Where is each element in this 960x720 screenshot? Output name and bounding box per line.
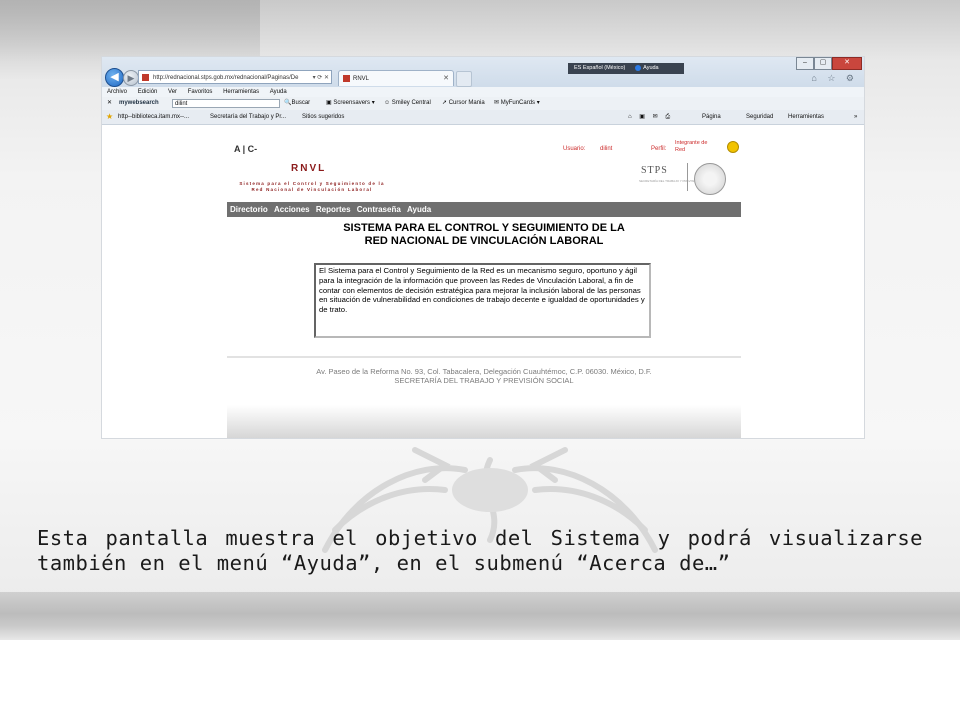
command-bar-icons[interactable]: ⌂ ▣ ✉ ⎙ (628, 110, 673, 124)
myfuncards-button[interactable]: ✉ MyFunCards ▾ (494, 97, 540, 110)
favorite-item-biblioteca[interactable]: http--biblioteca.itam.mx--... (118, 110, 189, 124)
search-toolbar: ✕ mywebsearch dilint 🔍Buscar ▣ Screensav… (102, 97, 864, 110)
address-text: http://rednacional.stps.gob.mx/rednacion… (153, 75, 299, 81)
back-button[interactable]: ◀ (105, 68, 124, 87)
favorite-item-stps[interactable]: Secretaría del Trabajo y Pr... (210, 110, 286, 124)
menu-edicion[interactable]: Edición (138, 89, 158, 95)
menu-ayuda[interactable]: Ayuda (270, 89, 287, 95)
tab-rnvl[interactable]: RNVL ✕ (338, 70, 454, 86)
nav-ayuda[interactable]: Ayuda (407, 205, 431, 214)
profile-value: Integrante de Red (675, 140, 708, 153)
user-value: dilint (600, 146, 613, 152)
rnvl-subtitle: Sistema para el Control y Seguimiento de… (239, 181, 385, 192)
main-nav: Directorio Acciones Reportes Contraseña … (227, 202, 741, 217)
slide-footer-band (0, 592, 960, 640)
tab-close-icon[interactable]: ✕ (443, 71, 449, 87)
web-page: A | C- Usuario: dilint Perfil: Integrant… (227, 127, 741, 438)
rnvl-logo: RNVL (291, 163, 327, 174)
page-title: SISTEMA PARA EL CONTROL Y SEGUIMIENTO DE… (227, 222, 741, 248)
help-icon (634, 64, 641, 71)
stps-logo: STPS (641, 165, 668, 176)
language-label: ES Español (México) (574, 65, 626, 71)
cursor-label: Cursor Mania (448, 100, 485, 106)
home-favorites-settings-icons[interactable]: ⌂ ☆ ⚙ (811, 73, 858, 84)
menu-favoritos[interactable]: Favoritos (188, 89, 213, 95)
mywebsearch-logo: mywebsearch (119, 100, 159, 106)
address-bar[interactable]: http://rednacional.stps.gob.mx/rednacion… (138, 70, 332, 84)
toolbar-close-icon[interactable]: ✕ (107, 97, 112, 110)
nav-contrasena[interactable]: Contraseña (357, 205, 401, 214)
font-size-controls[interactable]: A | C- (234, 144, 257, 154)
menu-ver[interactable]: Ver (168, 89, 177, 95)
herramientas-menu[interactable]: Herramientas (788, 110, 824, 124)
logo-divider (687, 163, 688, 191)
screensavers-button[interactable]: ▣ Screensavers ▾ (326, 97, 375, 110)
nav-reportes[interactable]: Reportes (316, 205, 351, 214)
language-help-label: Ayuda (643, 65, 659, 71)
myfuncards-label: MyFunCards (500, 100, 536, 106)
toolbar-search-input[interactable]: dilint (172, 99, 280, 108)
nav-acciones[interactable]: Acciones (274, 205, 310, 214)
minimize-button[interactable]: – (796, 57, 814, 70)
footer-secretaria: SECRETARÍA DEL TRABAJO Y PREVISIÓN SOCIA… (394, 376, 574, 385)
page-footer-gradient (227, 405, 741, 438)
search-button-label: Buscar (291, 100, 311, 106)
forward-button[interactable]: ▶ (123, 70, 139, 86)
screensavers-label: Screensavers (333, 100, 371, 106)
page-footer: Av. Paseo de la Reforma No. 93, Col. Tab… (227, 367, 741, 385)
pagina-menu[interactable]: Página (702, 110, 721, 124)
national-seal-icon (694, 163, 726, 195)
smiley-central-button[interactable]: ☺ Smiley Central (384, 97, 431, 110)
footer-address: Av. Paseo de la Reforma No. 93, Col. Tab… (316, 367, 652, 376)
user-label: Usuario: (563, 146, 586, 152)
menu-bar: Archivo Edición Ver Favoritos Herramient… (102, 87, 864, 97)
description-textbox[interactable]: El Sistema para el Control y Seguimiento… (314, 263, 651, 338)
cursor-mania-button[interactable]: ➚ Cursor Mania (442, 97, 485, 110)
close-window-button[interactable]: ✕ (832, 57, 862, 70)
slide-caption: Esta pantalla muestra el objetivo del Si… (37, 526, 923, 575)
page-title-line1: SISTEMA PARA EL CONTROL Y SEGUIMIENTO DE… (343, 222, 625, 234)
menu-herramientas[interactable]: Herramientas (223, 89, 259, 95)
favorites-bar: ★ http--biblioteca.itam.mx--... Secretar… (102, 110, 864, 125)
browser-screenshot: ◀ ▶ http://rednacional.stps.gob.mx/redna… (102, 57, 864, 438)
page-favicon-icon (142, 74, 149, 81)
new-tab-button[interactable] (456, 71, 472, 87)
smiley-label: Smiley Central (391, 100, 431, 106)
more-chevron-icon[interactable]: » (854, 110, 857, 124)
address-tools-icon[interactable]: ▾ ⟳ ✕ (313, 71, 329, 83)
nav-directorio[interactable]: Directorio (230, 205, 268, 214)
favorite-item-sitios[interactable]: Sitios sugeridos (302, 110, 344, 124)
maximize-button[interactable]: ▢ (814, 57, 832, 70)
browser-titlebar: ◀ ▶ http://rednacional.stps.gob.mx/redna… (102, 57, 864, 87)
logout-icon[interactable] (727, 141, 739, 153)
tab-title: RNVL (353, 76, 370, 82)
page-title-line2: RED NACIONAL DE VINCULACIÓN LABORAL (364, 235, 604, 247)
divider (227, 356, 741, 358)
language-bar[interactable]: ES Español (México) Ayuda (568, 63, 684, 74)
tab-favicon-icon (343, 75, 350, 82)
profile-label: Perfil: (651, 146, 667, 152)
favorites-star-icon[interactable]: ★ (106, 110, 113, 124)
seguridad-menu[interactable]: Seguridad (746, 110, 773, 124)
menu-archivo[interactable]: Archivo (107, 89, 127, 95)
toolbar-search-button[interactable]: 🔍Buscar (284, 97, 310, 110)
window-controls: – ▢ ✕ (796, 57, 862, 70)
